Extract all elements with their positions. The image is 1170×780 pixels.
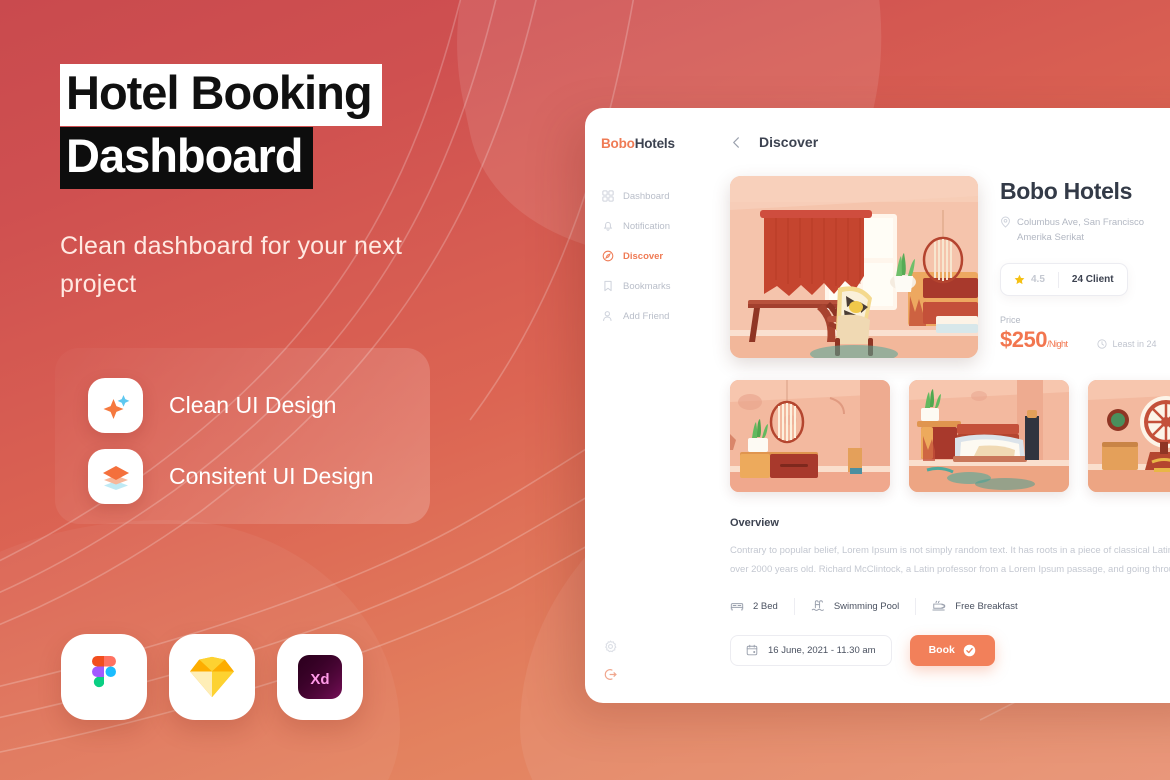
feature-item-clean-ui: Clean UI Design [88,378,336,433]
logout-icon[interactable] [604,668,617,681]
bell-icon [603,221,613,231]
living-room-illustration [730,176,978,358]
amenity-breakfast: Free Breakfast [916,599,1033,613]
sidebar-item-bookmarks[interactable]: Bookmarks [585,271,698,301]
sidebar-item-discover[interactable]: Discover [585,241,698,271]
bookmark-icon [604,280,612,292]
brand-logo[interactable]: BoboHotels [585,136,698,151]
feature-item-consistent-ui: Consitent UI Design [88,449,374,504]
amenity-pool: Swimming Pool [795,599,915,613]
check-circle-icon [963,644,976,657]
sidebar-item-add-friend[interactable]: Add Friend [585,301,698,331]
dashboard-window: BoboHotels Dashboard Notification Discov… [585,108,1170,703]
gallery-thumbnails [698,358,1170,492]
gallery-thumb-3[interactable] [1088,380,1170,492]
hotel-name: Bobo Hotels [1000,178,1133,204]
breakfast-icon [932,601,946,611]
sidebar-item-notification[interactable]: Notification [585,211,698,241]
sidebar-item-label: Notification [623,220,670,232]
room-thumb-illustration-2 [909,380,1069,492]
booking-actions: 16 June, 2021 - 11.30 am Book [698,615,1170,666]
date-value: 16 June, 2021 - 11.30 am [768,644,876,656]
user-add-icon [603,311,612,322]
settings-icon[interactable] [604,640,617,653]
adobe-xd-icon: Xd [277,634,363,720]
feature-label: Consitent UI Design [169,463,374,489]
svg-text:Xd: Xd [310,671,329,688]
amenities-row: 2 Bed Swimming Pool Free Breakfast [698,580,1170,615]
feature-panel: Clean UI Design Consitent UI Design [55,348,430,524]
overview-text: Contrary to popular belief, Lorem Ipsum … [730,545,1170,576]
price-unit: /Night [1046,339,1068,350]
location-pin-icon [1001,216,1010,228]
price-block: Price $250/Night [1000,315,1068,353]
clock-icon [1097,339,1108,350]
hotel-hero-image[interactable] [730,176,978,358]
price-row: Price $250/Night Least in 24 [1000,315,1170,353]
feature-label: Clean UI Design [169,392,337,418]
price-label: Price [1000,315,1021,326]
back-chevron-icon[interactable] [730,136,743,149]
compass-icon [602,250,614,262]
sketch-icon [169,634,255,720]
figma-icon [61,634,147,720]
hotel-info: Bobo Hotels Columbus Ave, San Francisco … [1000,176,1170,358]
date-picker[interactable]: 16 June, 2021 - 11.30 am [730,634,892,666]
amenity-label: 2 Bed [753,600,778,612]
promo-section: Hotel Booking Dashboard Clean dashboard … [60,64,480,304]
star-icon [1014,275,1025,285]
sidebar-nav: Dashboard Notification Discover Bookmark… [585,181,698,331]
rating-value: 4.5 [1031,274,1045,286]
layers-icon [88,449,143,504]
overview-heading: Overview [730,517,779,529]
sidebar: BoboHotels Dashboard Notification Discov… [585,108,698,703]
amenity-label: Free Breakfast [955,600,1018,612]
sidebar-item-label: Bookmarks [623,280,671,292]
least-info: Least in 24 [1097,339,1157,353]
book-button-label: Book [928,644,955,657]
hotel-location: Columbus Ave, San Francisco Amerika Seri… [1000,216,1170,245]
bed-icon [730,603,744,612]
price-amount: $250 [1000,327,1047,353]
rating-segment: 4.5 [1001,274,1058,285]
gallery-thumb-2[interactable] [909,380,1069,492]
promo-title-line-2: Dashboard [60,126,313,189]
sidebar-footer [604,640,617,681]
sidebar-item-dashboard[interactable]: Dashboard [585,181,698,211]
calendar-icon [746,645,758,656]
room-thumb-illustration-1 [730,380,890,492]
gallery-thumb-1[interactable] [730,380,890,492]
sparkle-icon [88,378,143,433]
content-topbar: Discover [698,134,1170,150]
hotel-summary-row: Bobo Hotels Columbus Ave, San Francisco … [698,150,1170,358]
sidebar-item-label: Dashboard [623,190,670,202]
room-thumb-illustration-3 [1088,380,1170,492]
pool-icon [811,600,824,612]
hotel-location-text: Columbus Ave, San Francisco Amerika Seri… [1017,217,1145,243]
brand-part-1: Bobo [601,136,635,151]
book-button[interactable]: Book [909,634,995,666]
amenity-bed: 2 Bed [730,599,794,613]
brand-part-2: Hotels [634,136,675,151]
rating-badge[interactable]: 4.5 24 Client [1000,263,1128,297]
grid-icon [602,190,614,202]
sidebar-item-label: Add Friend [623,310,670,322]
promo-subtitle: Clean dashboard for your next project [60,231,403,299]
app-icons-row: Xd [61,634,363,720]
amenity-label: Swimming Pool [833,600,900,612]
page-title: Discover [759,134,819,150]
sidebar-item-label: Discover [623,250,664,262]
client-count: 24 Client [1071,274,1114,286]
price-value: $250/Night [1000,327,1068,353]
least-text: Least in 24 [1112,339,1157,350]
promo-title-line-1: Hotel Booking [60,64,382,126]
main-content: Discover Bobo Hotels Columbus Ave, San F… [698,108,1170,703]
